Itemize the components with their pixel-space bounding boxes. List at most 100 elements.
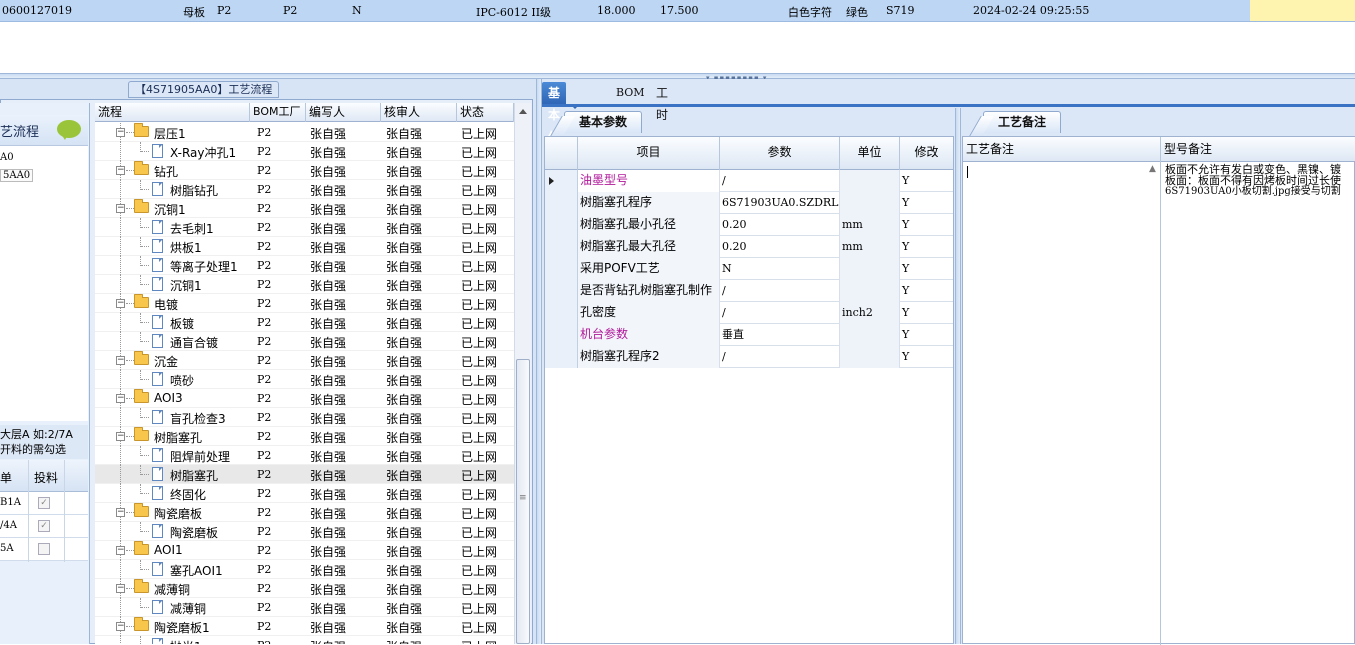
row-selector[interactable] xyxy=(545,170,578,192)
col-header-reviewer[interactable]: 核审人 xyxy=(381,103,457,122)
tree-row[interactable]: − AOI1 P2 张自强 张自强 已上网 xyxy=(95,541,514,560)
tree-node-label: 陶瓷磨板 xyxy=(154,507,203,521)
feed-checkbox[interactable]: ✓ xyxy=(38,520,50,532)
param-row[interactable]: 树脂塞孔程序6S71903UA0.SZDRL2-5 Y xyxy=(545,192,953,214)
param-row[interactable]: 孔密度 / inch2 Y xyxy=(545,302,953,324)
collapse-toggle-icon[interactable]: − xyxy=(116,394,125,403)
row-selector[interactable] xyxy=(545,236,578,258)
tab-work-hours[interactable]: 工时 xyxy=(650,82,674,122)
tree-row[interactable]: X-Ray冲孔1 P2 张自强 张自强 已上网 xyxy=(95,142,514,161)
param-value[interactable]: 6S71903UA0.SZDRL2-5 xyxy=(720,192,840,214)
param-row[interactable]: 树脂塞孔最小孔径 0.20 mm Y xyxy=(545,214,953,236)
col-header-writer[interactable]: 编写人 xyxy=(306,103,381,122)
scroll-thumb[interactable]: ≡ xyxy=(516,359,530,644)
col-header-bom-factory[interactable]: BOM工厂 xyxy=(250,103,306,122)
collapse-toggle-icon[interactable]: − xyxy=(116,356,125,365)
col-header-process-notes[interactable]: 工艺备注 xyxy=(963,137,1161,162)
subtab-process-notes[interactable]: 工艺备注 xyxy=(983,111,1062,133)
param-value[interactable]: 垂直 xyxy=(720,324,840,346)
narrow-line-2[interactable]: 5AA0 xyxy=(0,169,34,182)
tree-row[interactable]: − 沉铜1 P2 张自强 张自强 已上网 xyxy=(95,199,514,218)
row-selector[interactable] xyxy=(545,258,578,280)
tree-row[interactable]: 陶瓷磨板 P2 张自强 张自强 已上网 xyxy=(95,522,514,541)
cutting-grid-row[interactable]: /4A ✓ xyxy=(0,515,88,538)
param-value[interactable]: 0.20 xyxy=(720,214,840,236)
param-row[interactable]: 树脂塞孔最大孔径 0.20 mm Y xyxy=(545,236,953,258)
vertical-splitter-2[interactable] xyxy=(955,108,961,644)
tree-row[interactable]: 去毛刺1 P2 张自强 张自强 已上网 xyxy=(95,218,514,237)
param-row[interactable]: 树脂塞孔程序2/ Y xyxy=(545,346,953,368)
param-value[interactable]: / xyxy=(720,346,840,368)
param-row[interactable]: 油墨型号 / Y xyxy=(545,170,953,192)
collapse-toggle-icon[interactable]: − xyxy=(116,622,125,631)
collapse-toggle-icon[interactable]: − xyxy=(116,128,125,137)
tree-row[interactable]: 板镀 P2 张自强 张自强 已上网 xyxy=(95,313,514,332)
tree-row[interactable]: − AOI3 P2 张自强 张自强 已上网 xyxy=(95,389,514,408)
collapse-toggle-icon[interactable]: − xyxy=(116,432,125,441)
param-row[interactable]: 采用POFV工艺 N Y xyxy=(545,258,953,280)
param-value[interactable]: N xyxy=(720,258,840,280)
param-value[interactable]: / xyxy=(720,302,840,324)
tree-row[interactable]: 喷砂 P2 张自强 张自强 已上网 xyxy=(95,370,514,389)
tree-row[interactable]: 烘板1 P2 张自强 张自强 已上网 xyxy=(95,237,514,256)
param-value[interactable]: / xyxy=(720,280,840,302)
col-header-model-notes[interactable]: 型号备注 xyxy=(1161,137,1355,162)
tree-row[interactable]: − 电镀 P2 张自强 张自强 已上网 xyxy=(95,294,514,313)
row-selector[interactable] xyxy=(545,214,578,236)
param-value[interactable]: / xyxy=(720,170,840,192)
collapse-toggle-icon[interactable]: − xyxy=(116,166,125,175)
tree-row[interactable]: − 减薄铜 P2 张自强 张自强 已上网 xyxy=(95,579,514,598)
comment-bubble-icon[interactable] xyxy=(57,120,81,140)
collapse-toggle-icon[interactable]: − xyxy=(116,546,125,555)
row-selector[interactable] xyxy=(545,346,578,368)
feed-checkbox[interactable]: ✓ xyxy=(38,497,50,509)
col-header-param[interactable]: 参数 xyxy=(720,137,840,170)
col-header-modify[interactable]: 修改 xyxy=(900,137,953,170)
subtab-basic-params[interactable]: 基本参数 xyxy=(564,111,643,133)
scroll-up-arrow-icon[interactable]: ▲ xyxy=(1149,164,1159,178)
collapse-toggle-icon[interactable]: − xyxy=(116,204,125,213)
feed-checkbox[interactable] xyxy=(38,543,50,555)
col-header-process[interactable]: 流程 xyxy=(95,103,250,122)
tree-row[interactable]: 减薄铜 P2 张自强 张自强 已上网 xyxy=(95,598,514,617)
tab-basic-info[interactable]: 基本信息 xyxy=(542,82,581,166)
tree-row[interactable]: − 树脂塞孔 P2 张自强 张自强 已上网 xyxy=(95,427,514,446)
collapse-toggle-icon[interactable]: − xyxy=(116,299,125,308)
tree-line xyxy=(141,607,149,608)
param-row[interactable]: 是否背钻孔树脂塞孔制作 / Y xyxy=(545,280,953,302)
row-selector[interactable] xyxy=(545,324,578,346)
row-selector[interactable] xyxy=(545,280,578,302)
tree-row[interactable]: 树脂钻孔 P2 张自强 张自强 已上网 xyxy=(95,180,514,199)
tree-line xyxy=(126,436,134,437)
scroll-up-arrow-icon[interactable] xyxy=(519,109,527,114)
tree-row[interactable]: 塞孔AOI1 P2 张自强 张自强 已上网 xyxy=(95,560,514,579)
col-header-unit[interactable]: 单位 xyxy=(840,137,900,170)
param-row[interactable]: 机台参数 垂直 Y xyxy=(545,324,953,346)
col-header-status[interactable]: 状态 xyxy=(457,103,514,122)
tree-row[interactable]: 阻焊前处理 P2 张自强 张自强 已上网 xyxy=(95,446,514,465)
selected-order-row[interactable]: 0600127019 母板 P2 P2 N IPC-6012 II级 18.00… xyxy=(0,0,1355,22)
cutting-grid-row[interactable]: 5A xyxy=(0,538,88,561)
tree-row[interactable]: 盲孔检查3 P2 张自强 张自强 已上网 xyxy=(95,408,514,427)
col-header-item[interactable]: 项目 xyxy=(578,137,720,170)
tree-row[interactable]: − 陶瓷磨板 P2 张自强 张自强 已上网 xyxy=(95,503,514,522)
tree-row[interactable]: − 层压1 P2 张自强 张自强 已上网 xyxy=(95,123,514,142)
tree-row[interactable]: − 沉金 P2 张自强 张自强 已上网 xyxy=(95,351,514,370)
collapse-toggle-icon[interactable]: − xyxy=(116,508,125,517)
tree-row[interactable]: 树脂塞孔 P2 张自强 张自强 已上网 xyxy=(95,465,514,484)
tree-row[interactable]: 终固化 P2 张自强 张自强 已上网 xyxy=(95,484,514,503)
tree-row[interactable]: − 钻孔 P2 张自强 张自强 已上网 xyxy=(95,161,514,180)
tree-row[interactable]: 通盲合镀 P2 张自强 张自强 已上网 xyxy=(95,332,514,351)
row-selector[interactable] xyxy=(545,192,578,214)
tree-row[interactable]: − 陶瓷磨板1 P2 张自强 张自强 已上网 xyxy=(95,617,514,636)
row-selector[interactable] xyxy=(545,302,578,324)
process-tree-scrollbar[interactable]: ≡ xyxy=(514,103,531,644)
tree-row[interactable]: 沉铜1 P2 张自强 张自强 已上网 xyxy=(95,275,514,294)
tree-row[interactable]: 等离子处理1 P2 张自强 张自强 已上网 xyxy=(95,256,514,275)
tree-row[interactable]: 抛光1 P2 张自强 张自强 已上网 xyxy=(95,636,514,644)
process-notes-textarea[interactable]: ▲ xyxy=(963,162,1161,645)
collapse-toggle-icon[interactable]: − xyxy=(116,584,125,593)
param-value[interactable]: 0.20 xyxy=(720,236,840,258)
tab-bom[interactable]: BOM xyxy=(610,82,651,104)
cutting-grid-row[interactable]: B1A ✓ xyxy=(0,492,88,515)
